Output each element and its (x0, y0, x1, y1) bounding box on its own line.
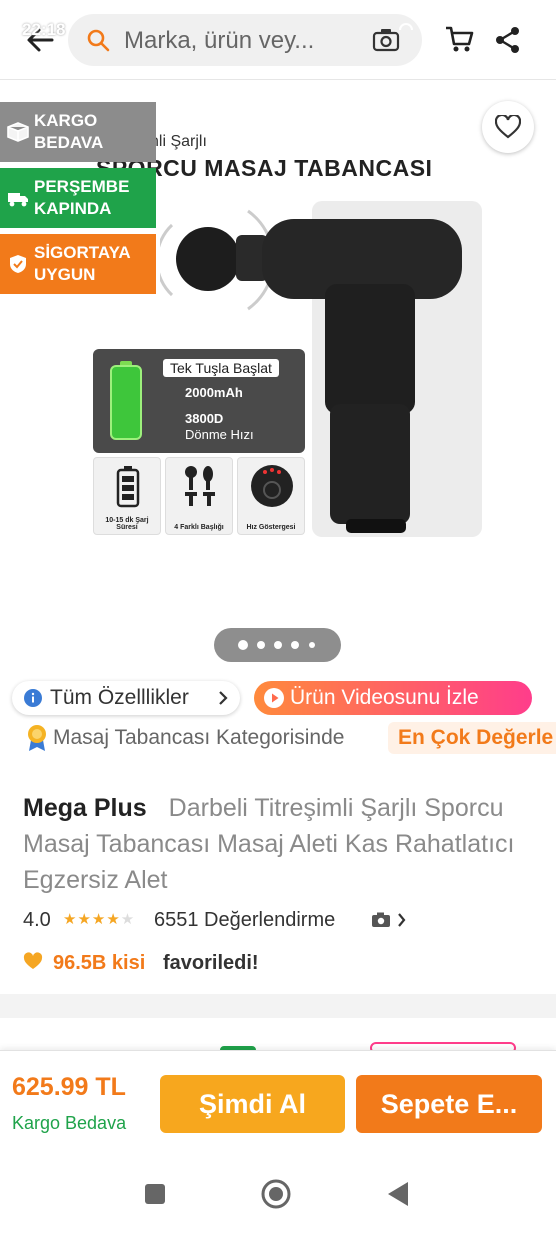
pager-dot[interactable] (274, 641, 282, 649)
info-icon (24, 689, 42, 707)
badge-label: PERŞEMBE KAPINDA (34, 177, 130, 218)
photo-review-icon (372, 912, 390, 927)
image-title-line1: nli Şarjlı (150, 133, 207, 150)
battery-icon (110, 361, 142, 440)
top-bar: Marka, ürün vey... 22:18 (0, 0, 556, 80)
image-pager[interactable] (214, 628, 341, 662)
status-time: 22:18 (22, 20, 66, 39)
favorites-text: favoriledi! (163, 952, 259, 974)
box-icon (7, 122, 29, 142)
feature-card: Tek Tuşla Başlat 2000mAh 3800D Dönme Hız… (93, 349, 305, 453)
add-to-cart-button[interactable]: Sepete E... (356, 1075, 542, 1133)
thumb-caption: 4 Farklı Başlığı (174, 524, 224, 531)
search-placeholder: Marka, ürün vey... (124, 27, 315, 54)
camera-search-icon[interactable] (372, 28, 400, 52)
speed-indicator-icon (251, 465, 293, 507)
badge-label: KARGO BEDAVA (34, 111, 104, 152)
thumb-caption: Hız Göstergesi (246, 524, 296, 531)
category-rank-tag: En Çok Değerle (388, 722, 556, 754)
buy-bar: 625.99 TL Kargo Bedava Şimdi Al Sepete E… (0, 1050, 556, 1160)
cart-icon[interactable] (444, 24, 474, 54)
pager-dot-active[interactable] (238, 640, 248, 650)
product-page: Marka, ürün vey... 22:18 nli Şarjlı SPOR… (0, 0, 556, 1235)
home-icon[interactable] (261, 1179, 291, 1209)
badge-free-shipping: KARGO BEDAVA (0, 102, 156, 162)
pager-dot[interactable] (309, 642, 315, 648)
watch-video-button[interactable]: Ürün Videosunu İzle (254, 681, 532, 715)
favorites-count: 96.5B kisi (53, 952, 146, 974)
feature-pill: Tek Tuşla Başlat (163, 359, 279, 377)
watch-video-label: Ürün Videosunu İzle (290, 686, 479, 709)
search-input[interactable]: Marka, ürün vey... (68, 14, 422, 66)
review-count: 6551 Değerlendirme (154, 909, 336, 931)
heads-thumb: 4 Farklı Başlığı (165, 457, 233, 535)
truck-icon (8, 193, 28, 207)
battery-outline-icon (116, 466, 140, 508)
play-icon (264, 688, 284, 708)
price: 625.99 TL (12, 1073, 126, 1101)
system-nav-bar (0, 1160, 556, 1235)
heart-outline-icon (495, 115, 521, 139)
all-specs-label: Tüm Özelllikler (50, 686, 189, 709)
shield-icon (10, 255, 26, 273)
category-ranking-row[interactable]: Masaj Tabancası Kategorisinde En Çok Değ… (0, 720, 556, 756)
brand-name[interactable]: Mega Plus (23, 794, 147, 822)
star-rating: ★★★★★ (63, 911, 136, 928)
next-section-peek (0, 1018, 556, 1050)
chevron-right-icon (219, 691, 228, 705)
chevron-right-icon (398, 913, 406, 927)
buy-now-button[interactable]: Şimdi Al (160, 1075, 345, 1133)
pager-dot[interactable] (291, 641, 299, 649)
system-back-icon[interactable] (386, 1180, 410, 1208)
thumb-caption: 10-15 dk Şarj Süresi (105, 517, 149, 531)
section-divider (0, 994, 556, 1018)
medal-icon (28, 725, 46, 751)
shipping-info: Kargo Bedava (12, 1113, 127, 1133)
category-text: Masaj Tabancası Kategorisinde (53, 726, 345, 749)
recents-icon[interactable] (145, 1184, 165, 1204)
feature-thumbnails: 10-15 dk Şarj Süresi 4 Farklı Başlığı Hı… (93, 457, 305, 535)
rating-value: 4.0 (23, 909, 51, 931)
product-title: Mega Plus Darbeli Titreşimli Şarjlı Sporc… (23, 790, 533, 898)
badge-thursday-delivery: PERŞEMBE KAPINDA (0, 168, 156, 228)
favorite-button[interactable] (482, 101, 534, 153)
speed-spec: 3800D (185, 411, 224, 426)
battery-spec: 2000mAh (185, 385, 243, 400)
heart-icon (23, 952, 43, 969)
share-icon[interactable] (494, 26, 522, 54)
speed-indicator-thumb: Hız Göstergesi (237, 457, 305, 535)
pager-dot[interactable] (257, 641, 265, 649)
massage-heads-icon (185, 466, 215, 506)
speed-label: Dönme Hızı (185, 427, 254, 442)
product-image-gallery[interactable]: nli Şarjlı SPORCU MASAJ TABANCASI Tek Tu… (0, 81, 556, 671)
search-icon (87, 29, 110, 52)
rating-row[interactable]: 4.0 ★★★★★ 6551 Değerlendirme (23, 906, 533, 936)
charge-time-thumb: 10-15 dk Şarj Süresi (93, 457, 161, 535)
badge-label: SİGORTAYA UYGUN (34, 243, 131, 284)
badge-insurance: SİGORTAYA UYGUN (0, 234, 156, 294)
all-specs-button[interactable]: Tüm Özelllikler (12, 681, 240, 715)
